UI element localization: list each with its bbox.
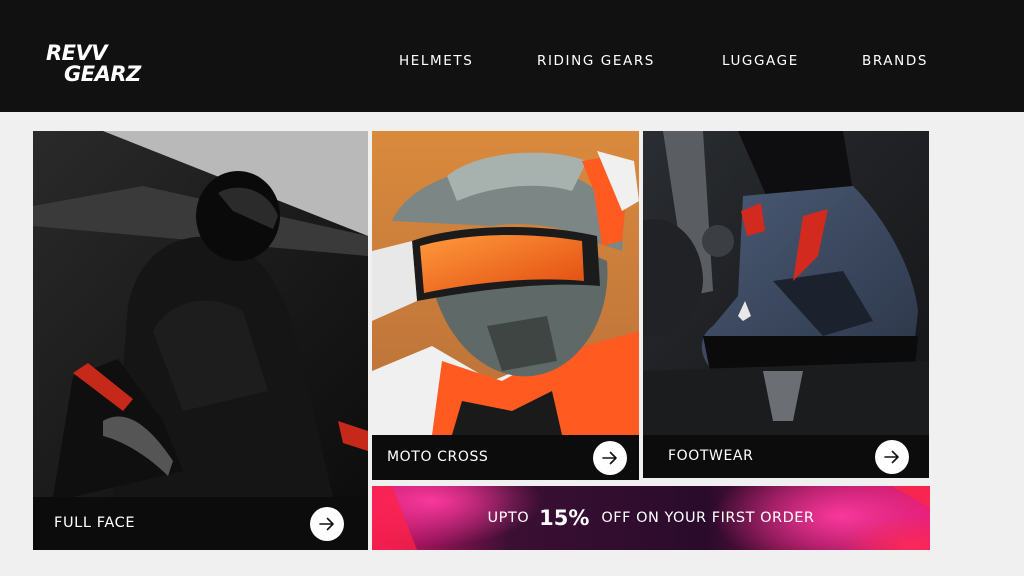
motocross-helmet-image <box>372 131 639 435</box>
full-face-rider-image <box>33 131 368 497</box>
category-label: MOTO CROSS <box>387 449 489 465</box>
promo-percent: 15% <box>539 506 590 530</box>
site-header: REVV GEARZ HELMETS RIDING GEARS LUGGAGE … <box>0 0 1024 112</box>
arrow-right-icon <box>884 450 899 464</box>
riding-boot-image <box>643 131 929 435</box>
nav-item-luggage[interactable]: LUGGAGE <box>722 53 799 69</box>
category-label: FULL FACE <box>54 515 136 531</box>
card-footer-bar: FOOTWEAR <box>643 435 929 478</box>
card-footer-bar: FULL FACE <box>33 497 368 550</box>
card-footer-bar: MOTO CROSS <box>372 435 639 480</box>
arrow-right-icon <box>602 451 617 465</box>
promo-suffix: OFF ON YOUR FIRST ORDER <box>601 510 815 526</box>
arrow-right-button[interactable] <box>593 441 627 475</box>
arrow-right-button[interactable] <box>875 440 909 474</box>
promo-prefix: UPTO <box>487 510 530 526</box>
promo-banner[interactable]: UPTO 15% OFF ON YOUR FIRST ORDER <box>372 486 930 550</box>
main-nav: HELMETS RIDING GEARS LUGGAGE BRANDS <box>0 53 1024 71</box>
promo-text: UPTO 15% OFF ON YOUR FIRST ORDER <box>372 486 930 550</box>
nav-item-brands[interactable]: BRANDS <box>862 53 928 69</box>
category-card-footwear[interactable]: FOOTWEAR <box>643 131 929 478</box>
category-card-full-face[interactable]: FULL FACE <box>33 131 368 550</box>
nav-item-riding-gears[interactable]: RIDING GEARS <box>537 53 655 69</box>
category-label: FOOTWEAR <box>668 448 754 464</box>
category-card-moto-cross[interactable]: MOTO CROSS <box>372 131 639 480</box>
nav-item-helmets[interactable]: HELMETS <box>399 53 473 69</box>
arrow-right-icon <box>319 517 334 531</box>
arrow-right-button[interactable] <box>310 507 344 541</box>
